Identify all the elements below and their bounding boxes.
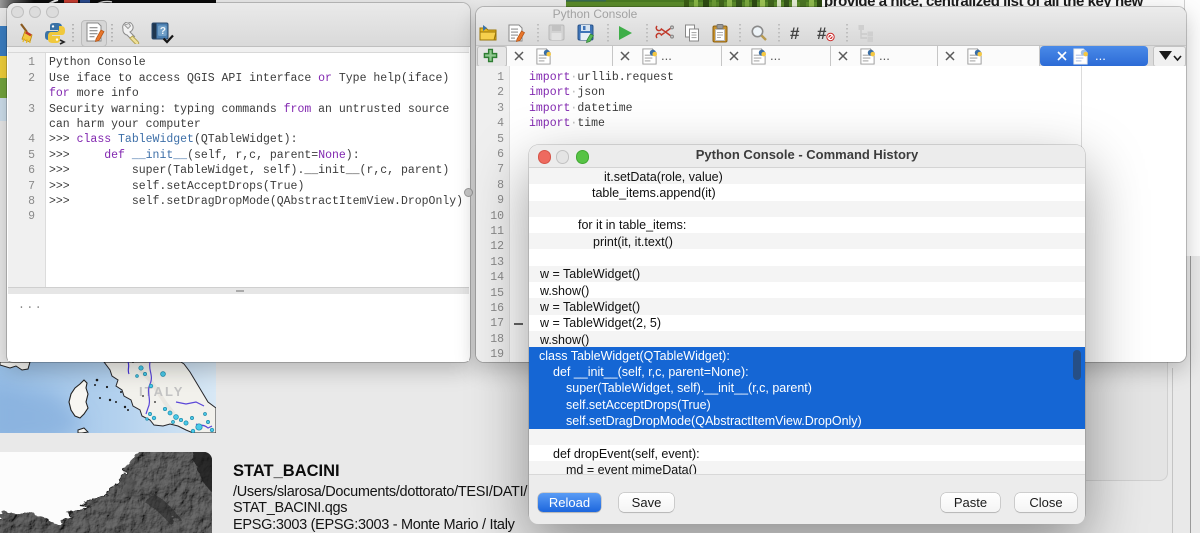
svg-text:#: # [790, 24, 800, 42]
svg-text:#: # [817, 24, 827, 42]
svg-text:?: ? [160, 26, 166, 37]
svg-text:ITALY: ITALY [139, 384, 184, 399]
